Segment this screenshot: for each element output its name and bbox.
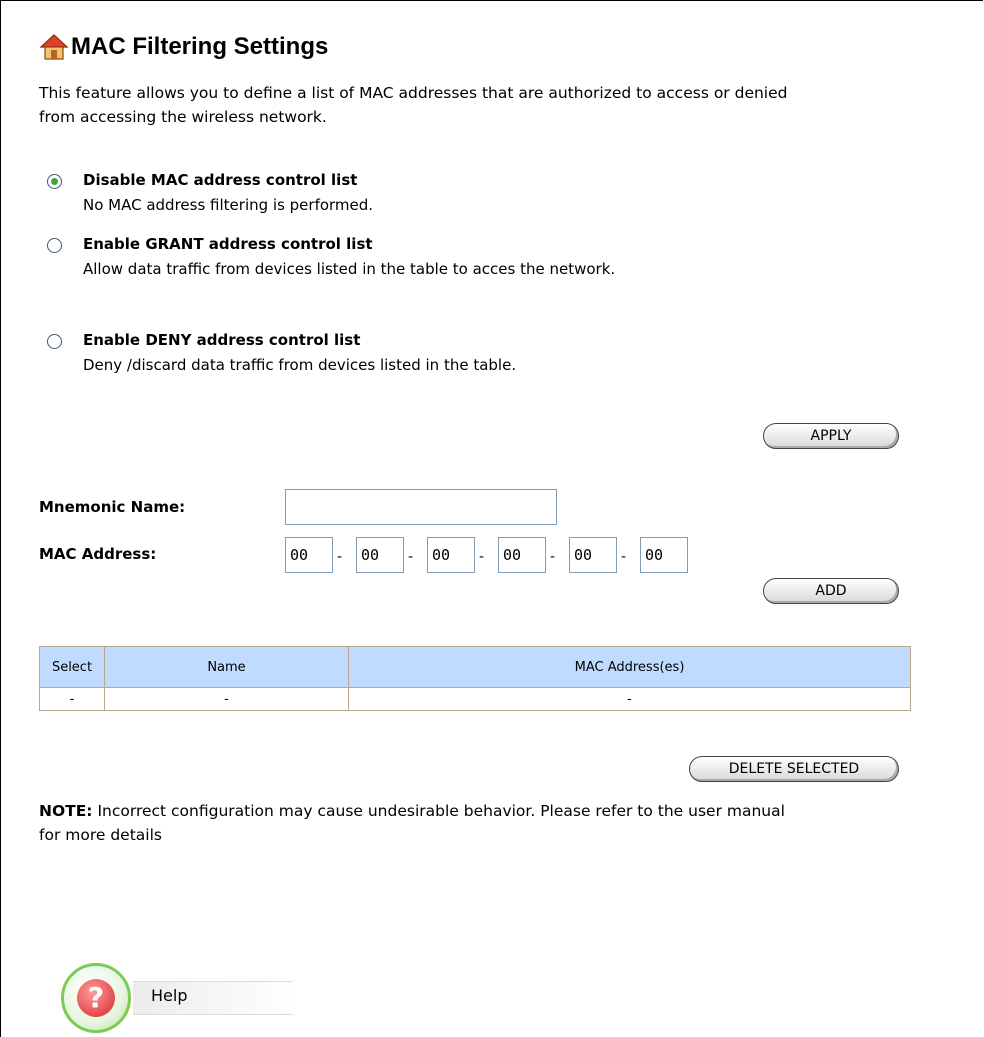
- radio-deny[interactable]: [47, 334, 62, 349]
- help-question-mark: ?: [77, 979, 115, 1017]
- radio-disable[interactable]: [47, 174, 62, 189]
- mac-separator: -: [337, 549, 343, 565]
- apply-button[interactable]: APPLY: [763, 423, 899, 449]
- table-cell-select: -: [39, 687, 105, 711]
- intro-line-2: from accessing the wireless network.: [39, 108, 327, 126]
- option-grant-desc: Allow data traffic from devices listed i…: [83, 260, 616, 278]
- page-frame: MAC Filtering Settings This feature allo…: [0, 0, 983, 1037]
- option-disable-label: Disable MAC address control list: [83, 171, 358, 189]
- mac-separator: -: [550, 549, 556, 565]
- table-cell-mac: -: [348, 687, 911, 711]
- column-header-name: Name: [104, 646, 349, 688]
- option-grant-label: Enable GRANT address control list: [83, 235, 373, 253]
- note-line-2: for more details: [39, 826, 162, 844]
- intro-text: This feature allows you to define a list…: [39, 81, 983, 129]
- mac-octet-2[interactable]: [356, 537, 404, 573]
- option-deny-desc: Deny /discard data traffic from devices …: [83, 356, 517, 374]
- note-line-1: NOTE: Incorrect configuration may cause …: [39, 799, 983, 823]
- mac-separator: -: [621, 549, 627, 565]
- column-header-select: Select: [39, 646, 105, 688]
- home-icon: [39, 34, 69, 60]
- table-header-row: Select Name MAC Address(es): [39, 646, 911, 688]
- add-button[interactable]: ADD: [763, 578, 899, 604]
- option-disable-desc: No MAC address filtering is performed.: [83, 196, 374, 214]
- mac-octet-1[interactable]: [285, 537, 333, 573]
- intro-line-1: This feature allows you to define a list…: [39, 84, 788, 102]
- help-link[interactable]: ? Help: [61, 963, 301, 1033]
- mac-list-table: Select Name MAC Address(es) - - -: [39, 646, 911, 711]
- mnemonic-name-label: Mnemonic Name:: [39, 498, 186, 516]
- mac-octet-3[interactable]: [427, 537, 475, 573]
- mac-separator: -: [479, 549, 485, 565]
- note-body: Incorrect configuration may cause undesi…: [92, 802, 785, 820]
- page-title: MAC Filtering Settings: [39, 27, 328, 67]
- delete-selected-button[interactable]: DELETE SELECTED: [689, 756, 899, 782]
- radio-grant[interactable]: [47, 238, 62, 253]
- note-label: NOTE:: [39, 802, 93, 820]
- page-title-text: MAC Filtering Settings: [71, 33, 329, 60]
- help-label[interactable]: Help: [151, 986, 187, 1005]
- option-deny-label: Enable DENY address control list: [83, 331, 361, 349]
- help-question-icon[interactable]: ?: [61, 963, 131, 1033]
- table-cell-name: -: [104, 687, 349, 711]
- mac-octet-5[interactable]: [569, 537, 617, 573]
- mac-separator: -: [408, 549, 414, 565]
- mac-octet-4[interactable]: [498, 537, 546, 573]
- column-header-mac: MAC Address(es): [348, 646, 911, 688]
- mac-address-label: MAC Address:: [39, 545, 157, 563]
- table-row: - - -: [39, 687, 911, 711]
- mac-octet-6[interactable]: [640, 537, 688, 573]
- note-text: NOTE: Incorrect configuration may cause …: [39, 799, 983, 847]
- mnemonic-name-input[interactable]: [285, 489, 557, 525]
